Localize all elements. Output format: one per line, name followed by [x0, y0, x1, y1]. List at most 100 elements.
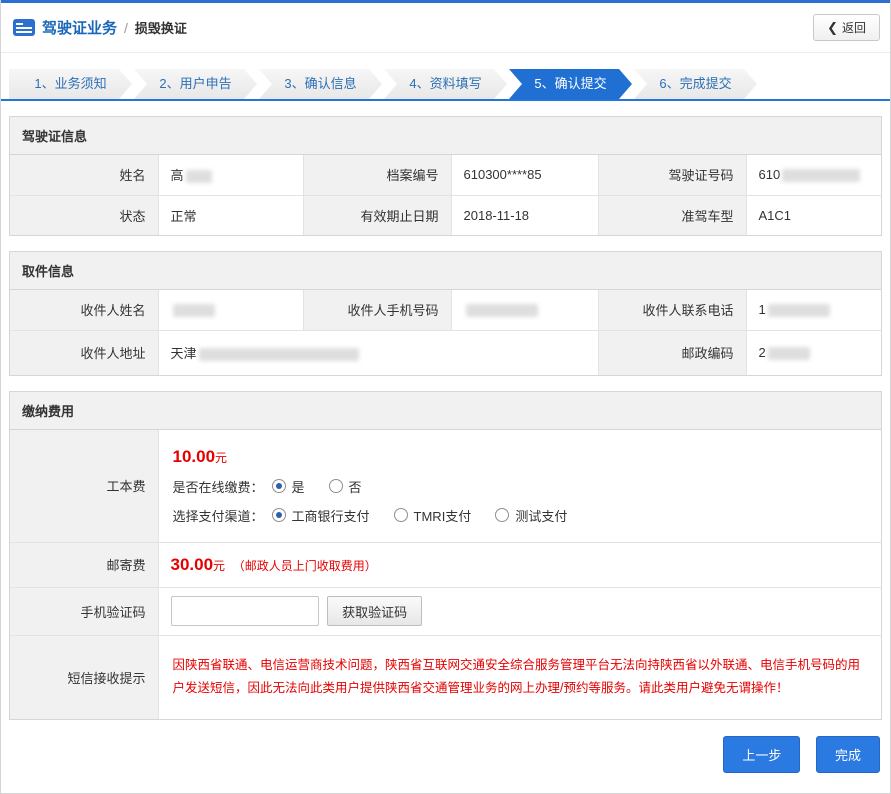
- license-number-value: 610: [746, 155, 881, 195]
- breadcrumb-separator: /: [124, 20, 128, 36]
- radio-icon: [272, 479, 286, 493]
- breadcrumb: 驾驶证业务 / 损毁换证: [13, 17, 187, 38]
- radio-icon: [272, 508, 286, 522]
- payment-table: 工本费 10.00元 是否在线缴费： 是 否: [10, 430, 881, 719]
- file-number-label: 档案编号: [303, 155, 451, 195]
- page-container: 驾驶证业务 / 损毁换证 ❮ 返回 1、业务须知 2、用户申告 3、确认信息 4…: [0, 0, 891, 794]
- radio-online-pay-yes[interactable]: 是: [272, 477, 305, 496]
- page-subtitle: 损毁换证: [135, 18, 187, 37]
- radio-no-label: 否: [349, 477, 362, 496]
- recipient-address-value: 天津: [158, 330, 598, 375]
- captcha-label: 手机验证码: [10, 587, 158, 635]
- postcode-value: 2: [746, 330, 881, 375]
- footer-actions: 上一步 完成: [1, 720, 890, 793]
- file-number-value: 610300****85: [451, 155, 598, 195]
- production-fee-amount: 10.00: [173, 447, 216, 466]
- production-fee-unit: 元: [215, 451, 227, 465]
- status-value: 正常: [158, 195, 303, 235]
- page-title: 驾驶证业务: [42, 17, 117, 38]
- step-3-confirm-info[interactable]: 3、确认信息: [259, 69, 382, 99]
- redacted-text: [199, 348, 359, 361]
- steps-bar: 1、业务须知 2、用户申告 3、确认信息 4、资料填写 5、确认提交 6、完成提…: [1, 69, 890, 101]
- table-row: 收件人姓名 收件人手机号码 收件人联系电话 1: [10, 290, 881, 330]
- postcode-label: 邮政编码: [598, 330, 746, 375]
- radio-yes-label: 是: [292, 477, 305, 496]
- back-button-label: 返回: [842, 19, 866, 36]
- back-chevron-icon: ❮: [827, 21, 838, 34]
- license-number-label: 驾驶证号码: [598, 155, 746, 195]
- channel-icbc-label: 工商银行支付: [292, 506, 370, 525]
- channel-tmri-label: TMRI支付: [414, 506, 472, 525]
- recipient-mobile-value: [451, 290, 598, 330]
- production-fee-label: 工本费: [10, 430, 158, 542]
- license-info-panel: 驾驶证信息 姓名 高 档案编号 610300****85 驾驶证号码 610 状…: [9, 116, 882, 236]
- channel-test-label: 测试支付: [515, 506, 567, 525]
- previous-step-button[interactable]: 上一步: [723, 736, 800, 773]
- recipient-name-value: [158, 290, 303, 330]
- sms-notice-label: 短信接收提示: [10, 635, 158, 719]
- recipient-address-label: 收件人地址: [10, 330, 158, 375]
- redacted-text: [768, 304, 830, 317]
- radio-online-pay-no[interactable]: 否: [329, 477, 362, 496]
- recipient-name-label: 收件人姓名: [10, 290, 158, 330]
- table-row: 状态 正常 有效期止日期 2018-11-18 准驾车型 A1C1: [10, 195, 881, 235]
- captcha-input[interactable]: [171, 596, 319, 626]
- table-row: 工本费 10.00元 是否在线缴费： 是 否: [10, 430, 881, 542]
- step-2-user-declaration[interactable]: 2、用户申告: [134, 69, 257, 99]
- license-info-title: 驾驶证信息: [10, 117, 881, 155]
- step-1-business-notice[interactable]: 1、业务须知: [9, 69, 132, 99]
- expiry-label: 有效期止日期: [303, 195, 451, 235]
- payment-panel: 缴纳费用 工本费 10.00元 是否在线缴费： 是: [9, 391, 882, 720]
- status-label: 状态: [10, 195, 158, 235]
- pickup-info-panel: 取件信息 收件人姓名 收件人手机号码 收件人联系电话 1 收件人地址 天津 邮政…: [9, 251, 882, 376]
- postage-fee-note: （邮政人员上门收取费用）: [233, 559, 377, 573]
- get-captcha-button[interactable]: 获取验证码: [327, 596, 422, 626]
- captcha-cell: 获取验证码: [158, 587, 881, 635]
- back-button[interactable]: ❮ 返回: [813, 14, 880, 41]
- table-row: 姓名 高 档案编号 610300****85 驾驶证号码 610: [10, 155, 881, 195]
- postage-fee-amount: 30.00: [171, 555, 214, 574]
- radio-channel-icbc[interactable]: 工商银行支付: [272, 506, 370, 525]
- production-fee-amount-line: 10.00元: [173, 447, 868, 467]
- radio-icon: [329, 479, 343, 493]
- online-pay-row: 是否在线缴费： 是 否: [173, 477, 868, 496]
- pay-channel-row: 选择支付渠道： 工商银行支付 TMRI支付 测试支付: [173, 506, 868, 525]
- vehicle-class-value: A1C1: [746, 195, 881, 235]
- redacted-text: [173, 304, 215, 317]
- sms-notice-cell: 因陕西省联通、电信运营商技术问题，陕西省互联网交通安全综合服务管理平台无法向持陕…: [158, 635, 881, 719]
- table-row: 邮寄费 30.00元 （邮政人员上门收取费用）: [10, 542, 881, 587]
- header: 驾驶证业务 / 损毁换证 ❮ 返回: [1, 3, 890, 53]
- redacted-text: [186, 170, 212, 183]
- redacted-text: [782, 169, 860, 182]
- radio-icon: [495, 508, 509, 522]
- online-pay-label: 是否在线缴费：: [173, 477, 264, 496]
- radio-channel-tmri[interactable]: TMRI支付: [394, 506, 472, 525]
- license-info-table: 姓名 高 档案编号 610300****85 驾驶证号码 610 状态 正常 有…: [10, 155, 881, 235]
- vehicle-class-label: 准驾车型: [598, 195, 746, 235]
- step-4-fill-data[interactable]: 4、资料填写: [384, 69, 507, 99]
- postage-fee-label: 邮寄费: [10, 542, 158, 587]
- table-row: 短信接收提示 因陕西省联通、电信运营商技术问题，陕西省互联网交通安全综合服务管理…: [10, 635, 881, 719]
- license-business-icon: [13, 19, 35, 36]
- sms-notice-text: 因陕西省联通、电信运营商技术问题，陕西省互联网交通安全综合服务管理平台无法向持陕…: [173, 650, 868, 706]
- table-row: 收件人地址 天津 邮政编码 2: [10, 330, 881, 375]
- radio-icon: [394, 508, 408, 522]
- pickup-info-table: 收件人姓名 收件人手机号码 收件人联系电话 1 收件人地址 天津 邮政编码 2: [10, 290, 881, 375]
- recipient-mobile-label: 收件人手机号码: [303, 290, 451, 330]
- finish-button[interactable]: 完成: [816, 736, 880, 773]
- recipient-phone-value: 1: [746, 290, 881, 330]
- name-value: 高: [158, 155, 303, 195]
- radio-channel-test[interactable]: 测试支付: [495, 506, 567, 525]
- redacted-text: [768, 347, 810, 360]
- table-row: 手机验证码 获取验证码: [10, 587, 881, 635]
- redacted-text: [466, 304, 538, 317]
- name-label: 姓名: [10, 155, 158, 195]
- production-fee-cell: 10.00元 是否在线缴费： 是 否 选择支: [158, 430, 881, 542]
- postage-fee-cell: 30.00元 （邮政人员上门收取费用）: [158, 542, 881, 587]
- pay-channel-label: 选择支付渠道：: [173, 506, 264, 525]
- postage-fee-unit: 元: [213, 559, 225, 573]
- step-6-complete-submit[interactable]: 6、完成提交: [634, 69, 757, 99]
- payment-title: 缴纳费用: [10, 392, 881, 430]
- step-5-confirm-submit[interactable]: 5、确认提交: [509, 69, 632, 99]
- recipient-phone-label: 收件人联系电话: [598, 290, 746, 330]
